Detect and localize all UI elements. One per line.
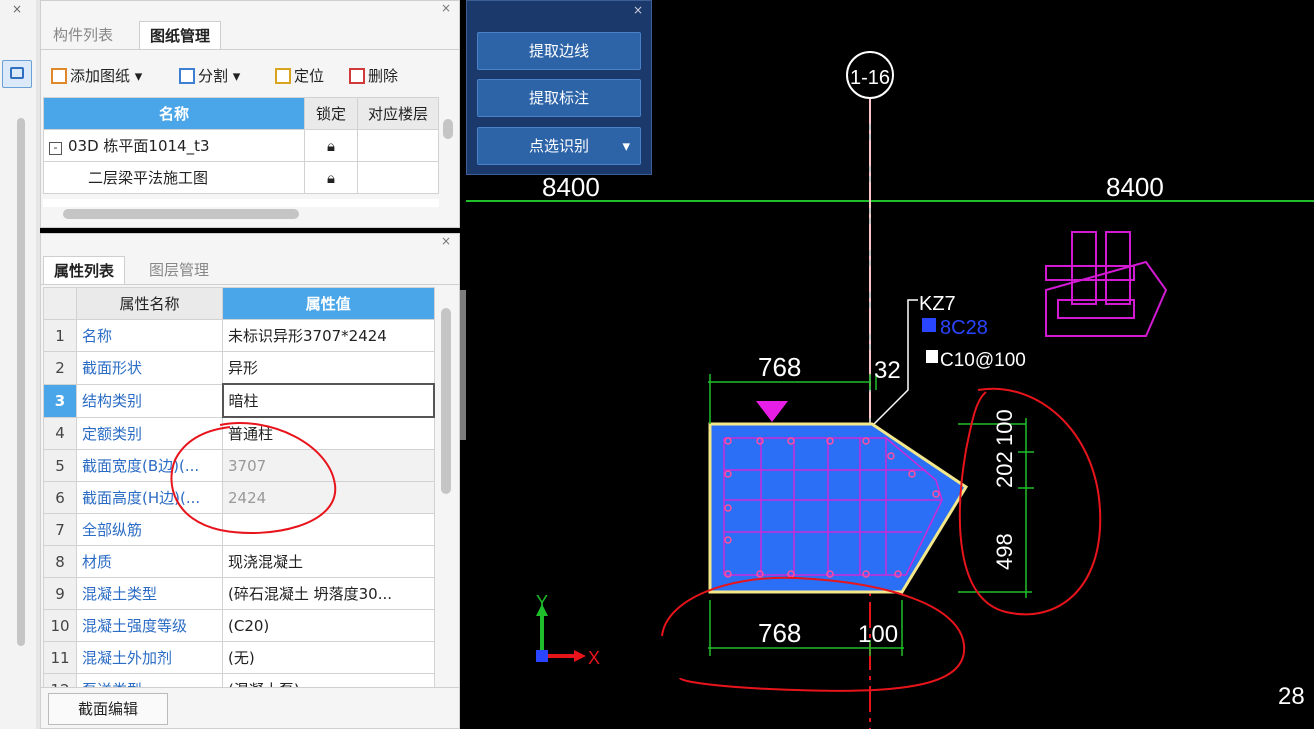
dimension-text: 202 [992,451,1017,488]
table-row[interactable]: 11 混凝土外加剂 (无) [43,641,435,674]
column-label: KZ7 [919,293,956,315]
property-name: 截面形状 [76,351,223,385]
property-name: 名称 [76,319,223,352]
vertical-scrollbar[interactable] [17,118,25,646]
table-row[interactable]: 8 材质 现浇混凝土 [43,545,435,578]
vertical-scrollbar[interactable] [443,119,453,139]
dimension-text: 32 [874,357,901,384]
property-name: 结构类别 [76,383,223,418]
table-row[interactable]: 9 混凝土类型 (碎石混凝土 坍落度30... [43,577,435,610]
table-row[interactable]: 10 混凝土强度等级 (C20) [43,609,435,642]
section-edit-button[interactable]: 截面编辑 [48,693,168,725]
left-collapsed-panel: × [0,0,37,729]
extract-edges-button[interactable]: 提取边线 [477,32,641,70]
dimension-text: 100 [858,621,898,648]
property-value[interactable]: (C20) [222,609,435,642]
red-annotation-circle [170,422,337,534]
property-value[interactable]: 现浇混凝土 [222,545,435,578]
drawing-name: 二层梁平法施工图 [43,161,305,194]
property-value[interactable]: (碎石混凝土 坍落度30... [222,577,435,610]
lock-icon[interactable]: 🔒︎ [304,161,358,194]
dimension-text: 768 [758,618,801,648]
tab-property-list[interactable]: 属性列表 [43,256,126,285]
rebar-main-text: 8C28 [940,317,988,339]
delete-icon [349,68,365,84]
dimension-text: 28 [1278,683,1305,710]
recognition-panel: × 提取边线 提取标注 点选识别 ▾ [466,0,652,175]
dimension-text: 8400 [1106,172,1164,202]
property-value[interactable]: (无) [222,641,435,674]
drawing-table: 名称 锁定 对应楼层 -03D 栋平面1014_t3 🔒︎ 二层梁平法施工图 🔒… [43,97,439,194]
split-button[interactable]: 分割 ▾ [179,65,240,86]
table-row[interactable]: 2 截面形状 异形 [43,351,435,385]
collapse-toggle[interactable]: - [49,142,62,155]
chevron-down-icon[interactable]: ▾ [622,128,630,164]
table-row[interactable]: 3 结构类别 暗柱 [43,383,435,418]
property-name: 混凝土类型 [76,577,223,610]
add-drawing-icon [51,68,67,84]
tab-component-list[interactable]: 构件列表 [43,21,123,49]
property-value-editor[interactable]: 暗柱 [221,383,435,418]
dimension-text: 100 [992,409,1017,446]
extract-labels-button[interactable]: 提取标注 [477,79,641,117]
tab-layer-manager[interactable]: 图层管理 [139,256,219,284]
locate-button[interactable]: 定位 [275,65,324,86]
property-value[interactable]: 异形 [222,351,435,385]
column-header-property: 属性名称 [76,287,223,320]
table-row[interactable]: -03D 栋平面1014_t3 🔒︎ [43,129,439,162]
dimension-text: 768 [758,352,801,382]
property-value[interactable]: (混凝土泵) [222,673,435,687]
locate-icon [275,68,291,84]
point-recognize-button[interactable]: 点选识别 ▾ [477,127,641,165]
svg-text:Y: Y [536,592,548,612]
add-drawing-button[interactable]: 添加图纸 ▾ [51,65,142,86]
lock-icon[interactable]: 🔒︎ [304,129,358,162]
dimension-text: 498 [992,533,1017,570]
close-icon[interactable]: × [12,2,22,16]
delete-button[interactable]: 删除 [349,65,398,86]
column-header-lock: 锁定 [304,97,358,130]
rebar-stirrup-text: C10@100 [940,350,1026,371]
property-value[interactable]: 未标识异形3707*2424 [222,319,435,352]
property-name: 混凝土强度等级 [76,609,223,642]
property-name: 材质 [76,545,223,578]
tab-drawing-manager[interactable]: 图纸管理 [139,21,222,50]
property-name: 混凝土外加剂 [76,641,223,674]
column-header-value: 属性值 [222,287,435,320]
svg-text:X: X [588,648,600,668]
table-row[interactable]: 二层梁平法施工图 🔒︎ [43,161,439,194]
close-icon[interactable]: × [441,234,451,248]
column-header-name: 名称 [43,97,305,130]
panel-toggle-icon[interactable] [2,60,32,88]
split-icon [179,68,195,84]
close-icon[interactable]: × [633,3,643,17]
drawing-manager-panel: × 构件列表 图纸管理 添加图纸 ▾ 分割 ▾ 定位 删除 名称 锁定 对应楼层… [40,0,460,228]
property-name: 泵送类型 [76,673,223,687]
column-header-floor: 对应楼层 [357,97,439,130]
axis-label: 1-16 [850,67,890,89]
vertical-scrollbar[interactable] [441,308,451,494]
drawing-name: 03D 栋平面1014_t3 [68,137,210,155]
table-row[interactable]: 12 泵送类型 (混凝土泵) [43,673,435,687]
table-row[interactable]: 1 名称 未标识异形3707*2424 [43,319,435,352]
dimension-text: 8400 [542,172,600,202]
horizontal-scrollbar[interactable] [63,209,299,219]
close-icon[interactable]: × [441,1,451,15]
